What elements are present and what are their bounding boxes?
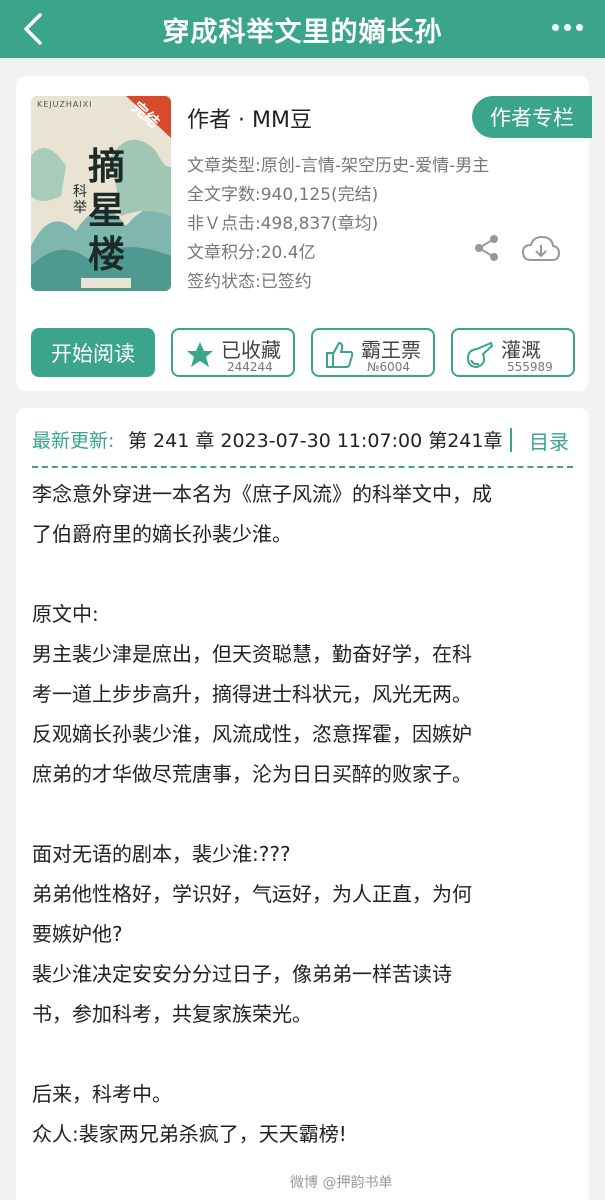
more-options-icon[interactable] <box>547 10 587 44</box>
synopsis-line: 李念意外穿进一本名为《庶子风流》的科举文中，成 <box>32 482 492 506</box>
synopsis-line <box>32 554 577 594</box>
back-arrow-icon[interactable] <box>18 12 52 46</box>
page-title: 穿成科举文里的嫡长孙 <box>162 16 443 48</box>
meta-sign-status: 签约状态:已签约 <box>187 272 312 292</box>
cloud-download-icon[interactable] <box>521 234 561 264</box>
top-bar: 穿成科举文里的嫡长孙 <box>0 0 605 58</box>
watermark: 微博 @押韵书单 <box>290 1175 393 1191</box>
book-info-card: KEJUZHAIXI 完结 摘星楼 科举 作者 · MM豆 作者专栏 文章类型:… <box>16 76 592 391</box>
start-reading-button[interactable]: 开始阅读 <box>31 328 155 377</box>
latest-update-label: 最新更新: <box>32 430 115 452</box>
ticket-count: №6004 <box>367 360 411 374</box>
separator <box>510 428 512 452</box>
synopsis-line: 弟弟他性格好，学识好，气运好，为人正直，为何 <box>32 882 472 906</box>
synopsis-text: 李念意外穿进一本名为《庶子风流》的科举文中，成 了伯爵府里的嫡长孙裴少淮。 原文… <box>32 474 577 1154</box>
synopsis-line: 面对无语的剧本，裴少淮:??? <box>32 842 291 866</box>
synopsis-line: 要嫉妒他? <box>32 922 123 946</box>
share-icon[interactable] <box>474 234 500 262</box>
meta-score: 文章积分:20.4亿 <box>187 243 316 263</box>
dashed-divider <box>32 466 573 468</box>
collect-label: 已收藏 <box>221 338 281 362</box>
watering-bottle-icon <box>466 341 494 369</box>
synopsis-line: 书，参加科考，共复家族荣光。 <box>32 1002 312 1026</box>
meta-word-count: 全文字数:940,125(完结) <box>187 185 379 205</box>
thumbs-up-icon <box>326 341 354 368</box>
synopsis-line: 了伯爵府里的嫡长孙裴少淮。 <box>32 522 292 546</box>
synopsis-line <box>32 1034 577 1074</box>
book-meta: 文章类型:原创-言情-架空历史-爱情-男主 全文字数:940,125(完结) 非… <box>187 152 489 297</box>
table-of-contents-link[interactable]: 目录 <box>529 426 569 455</box>
author-name[interactable]: 作者 · MM豆 <box>187 102 312 134</box>
synopsis-line: 裴少淮决定安安分分过日子，像弟弟一样苦读诗 <box>32 962 452 986</box>
synopsis-line: 反观嫡长孙裴少淮，风流成性，恣意挥霍，因嫉妒 <box>32 722 472 746</box>
ticket-label: 霸王票 <box>361 338 421 362</box>
book-cover[interactable]: KEJUZHAIXI 完结 摘星楼 科举 <box>31 96 171 291</box>
collect-count: 244244 <box>227 360 273 374</box>
ticket-button[interactable]: 霸王票 №6004 <box>311 328 435 377</box>
cover-title: 摘星楼 <box>88 144 125 276</box>
synopsis-line: 众人:裴家两兄弟杀疯了，天天霸榜! <box>32 1122 347 1146</box>
meta-clicks: 非Ｖ点击:498,837(章均) <box>187 214 379 234</box>
irrigate-count: 555989 <box>507 360 553 374</box>
collect-button[interactable]: 已收藏 244244 <box>171 328 295 377</box>
latest-update-value[interactable]: 第 241 章 2023-07-30 11:07:00 第241章 <box>128 426 508 453</box>
author-column-button[interactable]: 作者专栏 <box>472 96 592 138</box>
cover-tag: 科举 <box>73 184 87 216</box>
irrigate-button[interactable]: 灌溉 555989 <box>451 328 575 377</box>
latest-update-row: 最新更新: 第 241 章 2023-07-30 11:07:00 第241章 … <box>32 426 577 456</box>
synopsis-line: 考一道上步步高升，摘得进士科状元，风光无两。 <box>32 682 472 706</box>
cover-top-text: KEJUZHAIXI <box>37 100 93 109</box>
synopsis-line <box>32 794 577 834</box>
star-icon <box>187 342 213 367</box>
synopsis-line: 庶弟的才华做尽荒唐事，沦为日日买醉的败家子。 <box>32 762 472 786</box>
action-bar: 开始阅读 已收藏 244244 霸王票 №6004 灌溉 555989 <box>31 328 576 378</box>
irrigate-label: 灌溉 <box>501 338 541 362</box>
meta-genre: 文章类型:原创-言情-架空历史-爱情-男主 <box>187 156 490 176</box>
synopsis-card: 最新更新: 第 241 章 2023-07-30 11:07:00 第241章 … <box>16 408 589 1200</box>
synopsis-line: 男主裴少津是庶出，但天资聪慧，勤奋好学，在科 <box>32 642 472 666</box>
synopsis-line: 后来，科考中。 <box>32 1082 172 1106</box>
synopsis-line: 原文中: <box>32 602 99 626</box>
